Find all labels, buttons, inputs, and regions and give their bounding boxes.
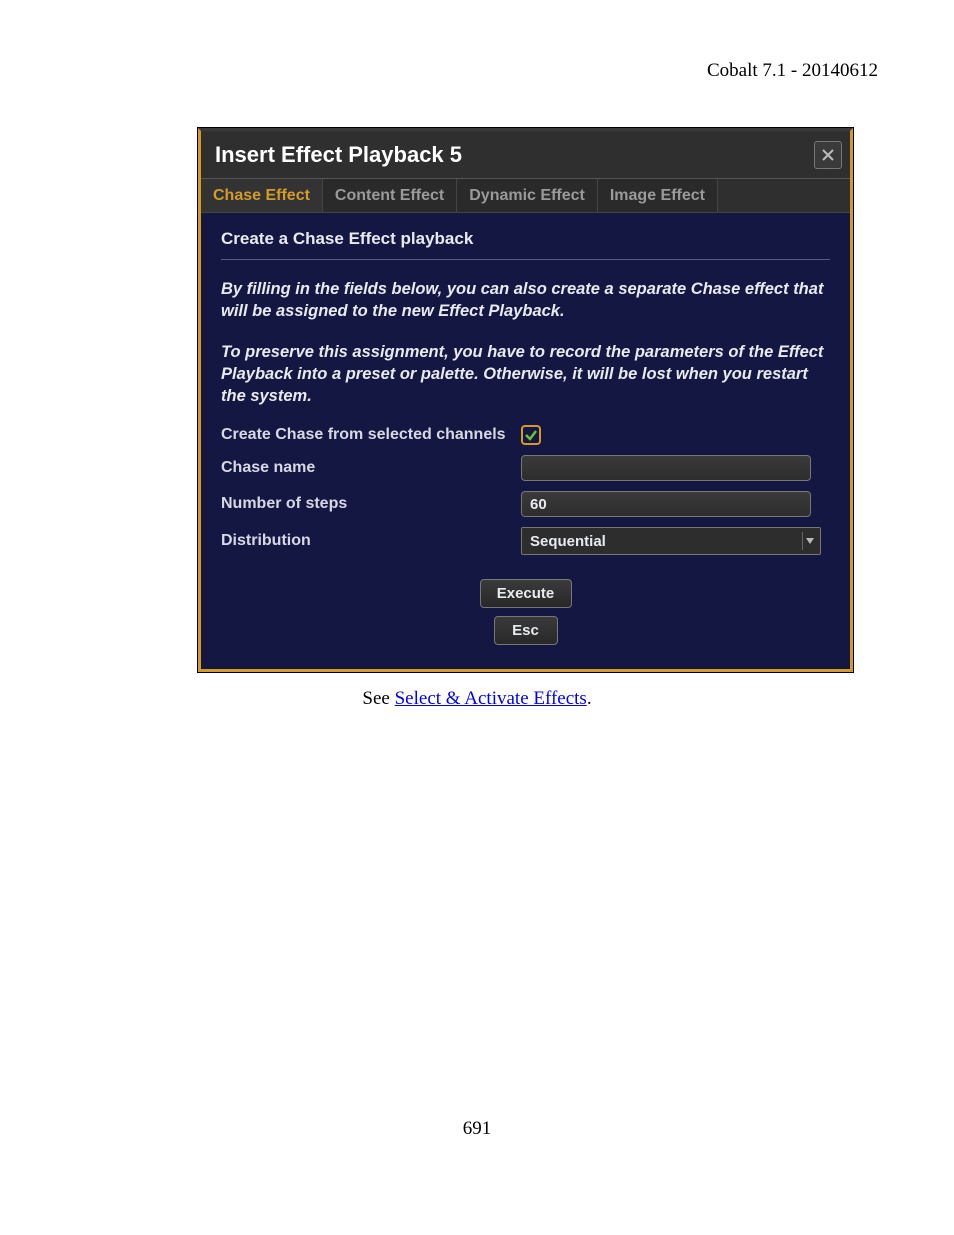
tab-image-effect[interactable]: Image Effect xyxy=(598,179,718,212)
caption-prefix: See xyxy=(362,688,394,709)
execute-button[interactable]: Execute xyxy=(480,579,572,608)
tab-content-effect[interactable]: Content Effect xyxy=(323,179,457,212)
row-chase-name: Chase name xyxy=(221,455,830,481)
select-distribution-value: Sequential xyxy=(530,533,606,550)
button-stack: Execute Esc xyxy=(221,579,830,645)
description-paragraph-1: By filling in the fields below, you can … xyxy=(221,278,830,323)
label-chase-name: Chase name xyxy=(221,459,521,477)
description-paragraph-2: To preserve this assignment, you have to… xyxy=(221,341,830,408)
caption-suffix: . xyxy=(587,688,592,709)
page-number: 691 xyxy=(0,1118,954,1140)
label-number-of-steps: Number of steps xyxy=(221,495,521,513)
esc-button[interactable]: Esc xyxy=(494,616,558,645)
dialog-body: Create a Chase Effect playback By fillin… xyxy=(201,213,850,669)
dialog-window: Insert Effect Playback 5 Chase Effect Co… xyxy=(198,128,853,672)
row-number-of-steps: Number of steps xyxy=(221,491,830,517)
check-icon xyxy=(524,428,538,442)
tab-chase-effect[interactable]: Chase Effect xyxy=(201,179,323,212)
label-create-from-channels: Create Chase from selected channels xyxy=(221,426,521,444)
tab-dynamic-effect[interactable]: Dynamic Effect xyxy=(457,179,598,212)
row-distribution: Distribution Sequential xyxy=(221,527,830,555)
close-button[interactable] xyxy=(814,141,842,169)
titlebar: Insert Effect Playback 5 xyxy=(201,131,850,179)
doc-header: Cobalt 7.1 - 20140612 xyxy=(707,60,878,82)
input-chase-name[interactable] xyxy=(521,455,811,481)
select-distribution[interactable]: Sequential xyxy=(521,527,821,555)
label-distribution: Distribution xyxy=(221,532,521,550)
caption-link[interactable]: Select & Activate Effects xyxy=(395,688,587,709)
close-icon xyxy=(821,148,835,162)
section-heading: Create a Chase Effect playback xyxy=(221,229,830,260)
figure-caption: See Select & Activate Effects. xyxy=(0,688,954,710)
row-create-from-channels: Create Chase from selected channels xyxy=(221,425,830,445)
checkbox-create-from-channels[interactable] xyxy=(521,425,541,445)
chevron-down-icon xyxy=(802,532,816,550)
tab-bar: Chase Effect Content Effect Dynamic Effe… xyxy=(201,179,850,213)
input-number-of-steps[interactable] xyxy=(521,491,811,517)
dialog-title: Insert Effect Playback 5 xyxy=(215,142,462,168)
